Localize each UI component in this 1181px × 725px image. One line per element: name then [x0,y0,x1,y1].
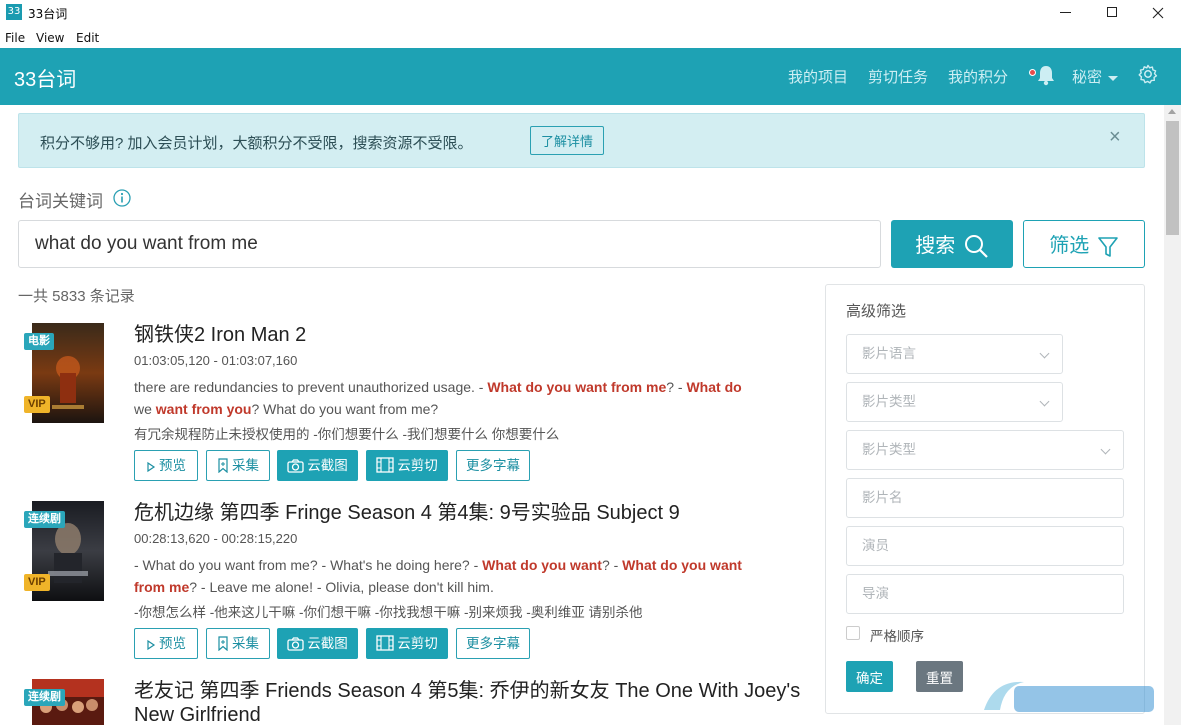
result-subtitle-en: there are redundancies to prevent unauth… [134,379,742,417]
minimize-button[interactable] [1043,0,1089,26]
type-badge: 连续剧 [24,511,65,528]
menu-view[interactable]: View [36,31,64,45]
type-badge: 连续剧 [24,689,65,706]
camera-icon [287,637,304,651]
chevron-down-icon [1108,75,1119,81]
result-title[interactable]: 老友记 第四季 Friends Season 4 第5集: 乔伊的新女友 The… [134,679,814,725]
vip-badge: VIP [24,574,50,591]
brand-logo[interactable]: 33台词 [14,63,76,92]
menubar: File View Edit [0,28,1181,48]
maximize-button[interactable] [1089,0,1135,26]
movie-name-field[interactable]: 影片名 [846,478,1124,518]
vip-badge: VIP [24,396,50,413]
alert-close-icon[interactable]: × [1109,126,1121,149]
play-icon [147,639,156,651]
window-titlebar: 33 33台词 [0,0,1181,26]
type-badge: 电影 [24,333,54,350]
window-title: 33台词 [28,7,68,21]
search-button[interactable]: 搜索 [891,220,1013,268]
alert-text: 积分不够用? 加入会员计划，大额积分不受限，搜索资源不受限。 [40,135,473,152]
chevron-down-icon [1039,396,1050,407]
result-timestamp: 00:28:13,620 - 00:28:15,220 [134,531,298,546]
strict-order-checkbox[interactable] [846,626,860,640]
keyword-label: 台词关键词 [18,192,103,211]
close-icon [1152,7,1164,19]
confirm-button[interactable]: 确定 [846,661,893,692]
preview-button[interactable]: 预览 [134,450,198,481]
preview-button[interactable]: 预览 [134,628,198,659]
chevron-down-icon [1100,444,1111,455]
cloud-cut-button[interactable]: 云剪切 [366,628,448,659]
type-select-2[interactable]: 影片类型 [846,430,1124,470]
cloud-screenshot-button[interactable]: 云截图 [277,628,358,659]
bell-icon[interactable] [1036,64,1056,86]
reset-button[interactable]: 重置 [916,661,963,692]
maximize-icon [1107,7,1117,17]
actor-field[interactable]: 演员 [846,526,1124,566]
search-button-label: 搜索 [915,234,956,257]
app-header: 33台词 我的项目 剪切任务 我的积分 秘密 [0,48,1181,105]
advanced-filter-panel: 高级筛选 影片语言 影片类型 影片类型 影片名 演员 导演 严格顺序 确定 重置 [825,284,1145,714]
watermark-logo [984,681,1154,712]
nav-my-projects[interactable]: 我的项目 [788,66,848,87]
cloud-cut-button[interactable]: 云剪切 [366,450,448,481]
close-window-button[interactable] [1135,0,1181,26]
language-select[interactable]: 影片语言 [846,334,1063,374]
play-icon [147,461,156,473]
app-icon: 33 [6,4,22,20]
nav-my-points[interactable]: 我的积分 [948,66,1008,87]
menu-file[interactable]: File [5,31,25,45]
result-title[interactable]: 危机边缘 第四季 Fringe Season 4 第4集: 9号实验品 Subj… [134,501,814,525]
result-title[interactable]: 钢铁侠2 Iron Man 2 [134,323,814,347]
bookmark-icon [218,458,228,474]
nav-cut-tasks[interactable]: 剪切任务 [868,66,928,87]
filter-button[interactable]: 筛选 [1023,220,1145,268]
result-subtitle-zh: -你想怎么样 -他来这儿干嘛 -你们想干嘛 -你找我想干嘛 -别来烦我 -奥利维… [134,605,643,620]
menu-edit[interactable]: Edit [76,31,99,45]
result-subtitle-zh: 有冗余规程防止未授权使用的 -你们想要什么 -我们想要什么 你想要什么 [134,427,560,442]
user-menu[interactable]: 秘密 [1072,66,1119,87]
scrollbar-thumb[interactable] [1166,121,1179,235]
strict-order-label: 严格顺序 [870,629,924,644]
film-icon [376,457,394,473]
info-icon[interactable] [113,189,131,207]
more-subtitles-button[interactable]: 更多字幕 [456,628,530,659]
result-count: 一共 5833 条记录 [18,288,135,305]
vertical-scrollbar[interactable] [1164,105,1181,725]
minimize-icon [1060,12,1071,13]
gear-icon[interactable] [1137,63,1159,85]
film-icon [376,635,394,651]
membership-alert: 积分不够用? 加入会员计划，大额积分不受限，搜索资源不受限。 了解详情 × [18,113,1145,168]
bookmark-icon [218,636,228,652]
result-subtitle-en: - What do you want from me? - What's he … [134,557,742,595]
type-select[interactable]: 影片类型 [846,382,1063,422]
director-field[interactable]: 导演 [846,574,1124,614]
camera-icon [287,459,304,473]
notification-dot [1029,69,1036,76]
search-input[interactable] [18,220,881,268]
panel-title: 高级筛选 [846,303,907,320]
learn-more-button[interactable]: 了解详情 [530,126,604,155]
user-name: 秘密 [1072,69,1103,86]
chevron-down-icon [1039,348,1050,359]
collect-button[interactable]: 采集 [206,450,270,481]
cloud-screenshot-button[interactable]: 云截图 [277,450,358,481]
collect-button[interactable]: 采集 [206,628,270,659]
scroll-up-arrow-icon[interactable] [1168,109,1176,114]
search-icon [964,235,988,259]
funnel-icon [1097,237,1118,257]
result-timestamp: 01:03:05,120 - 01:03:07,160 [134,353,298,368]
filter-button-label: 筛选 [1049,235,1090,258]
more-subtitles-button[interactable]: 更多字幕 [456,450,530,481]
